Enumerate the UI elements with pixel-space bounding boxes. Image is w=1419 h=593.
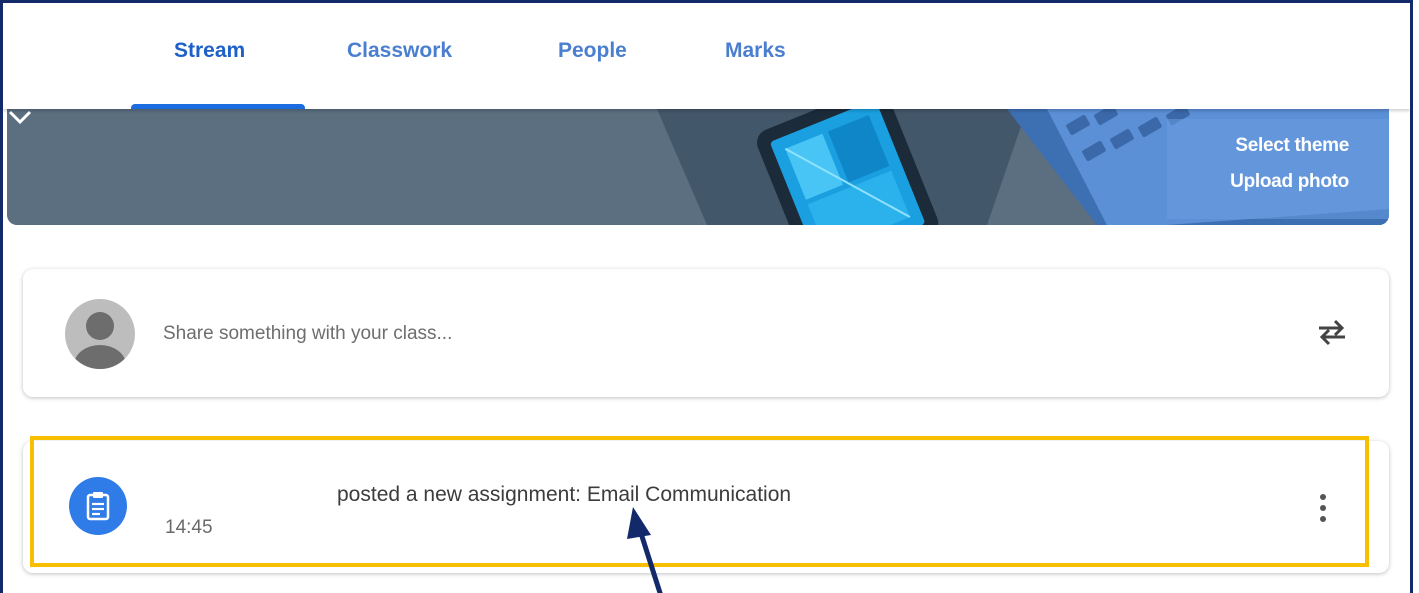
active-tab-indicator [131,104,305,109]
select-theme-link[interactable]: Select theme [1235,135,1349,157]
tab-bar: Stream Classwork People Marks [3,3,1410,109]
avatar [65,299,135,369]
chevron-down-icon[interactable] [7,109,33,125]
post-time: 14:45 [165,517,213,538]
assignment-icon[interactable] [69,477,127,535]
share-input[interactable]: Share something with your class... [163,323,452,345]
upload-photo-link[interactable]: Upload photo [1230,171,1349,193]
share-box[interactable]: Share something with your class... [23,269,1389,397]
post-title[interactable]: posted a new assignment: Email Communica… [337,483,791,507]
banner-illustration [657,109,1389,225]
assignment-post[interactable]: posted a new assignment: Email Communica… [23,441,1389,573]
user-icon [74,312,126,369]
tab-marks[interactable]: Marks [725,39,786,63]
tab-stream[interactable]: Stream [174,39,245,63]
arrow-annotation [627,507,663,593]
tab-classwork[interactable]: Classwork [347,39,452,63]
repost-icon[interactable] [1317,315,1347,349]
classroom-window: Stream Classwork People Marks Select the… [0,0,1413,593]
clipboard-icon [86,492,110,521]
more-vert-icon[interactable] [1319,493,1327,523]
class-banner: Select theme Upload photo [7,109,1389,225]
tab-people[interactable]: People [558,39,627,63]
